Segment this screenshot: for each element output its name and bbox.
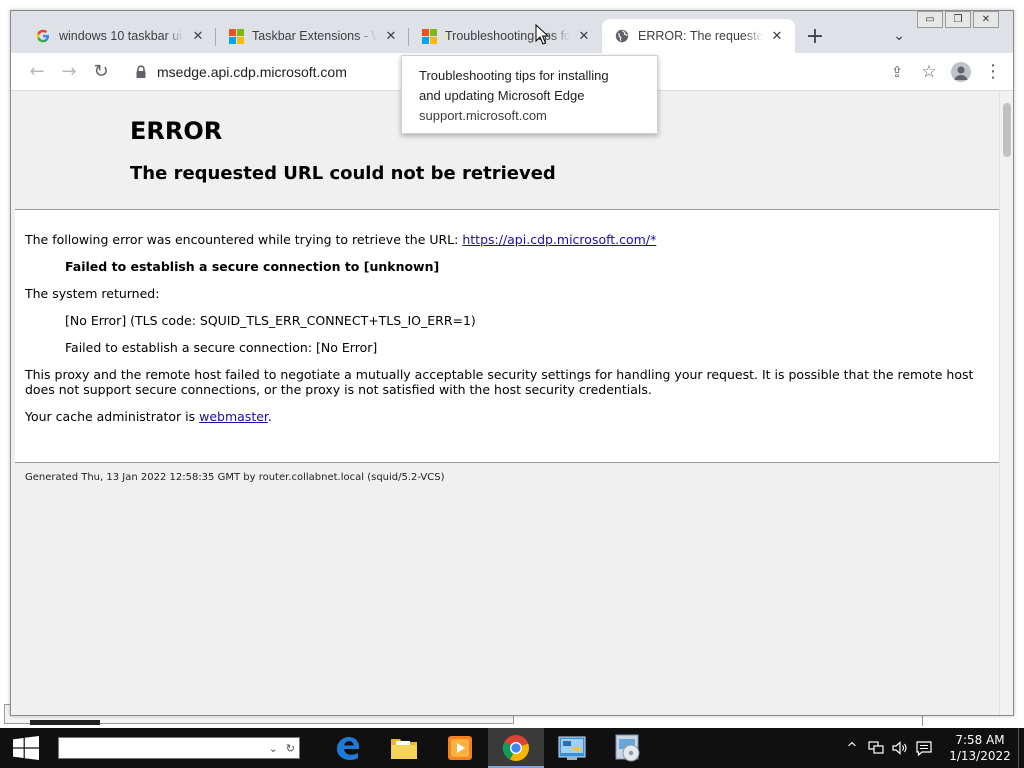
taskbar-clock[interactable]: 7:58 AM 1/13/2022	[942, 732, 1018, 764]
taskbar-app-media-player[interactable]	[432, 728, 488, 768]
back-button[interactable]: ←	[21, 56, 53, 88]
forward-button[interactable]: →	[53, 56, 85, 88]
secure-connection-failed: Failed to establish a secure connection:…	[65, 340, 378, 355]
close-tab-icon[interactable]: ✕	[576, 28, 592, 44]
error-url-link[interactable]: https://api.cdp.microsoft.com/*	[462, 232, 656, 247]
microsoft-icon	[228, 28, 244, 44]
webmaster-link[interactable]: webmaster	[199, 409, 268, 424]
tab-strip: windows 10 taskbar ui fo ✕ Taskbar Exten…	[11, 19, 1013, 53]
cache-admin-line: Your cache administrator is webmaster.	[25, 409, 1001, 424]
share-icon[interactable]: ⇪	[881, 56, 913, 88]
tooltip-title-line1: Troubleshooting tips for installing	[419, 68, 609, 83]
clock-date: 1/13/2022	[949, 749, 1011, 763]
start-button[interactable]	[0, 728, 52, 768]
tab-title: Taskbar Extensions - Wi	[252, 29, 377, 43]
tab-hover-tooltip: Troubleshooting tips for installing and …	[401, 55, 658, 134]
tray-chevron-up-icon[interactable]: ^	[840, 728, 864, 768]
volume-icon[interactable]	[888, 728, 912, 768]
cache-admin-suffix: .	[267, 409, 272, 424]
tab-troubleshooting[interactable]: Troubleshooting tips for ✕	[409, 19, 602, 53]
tab-title: Troubleshooting tips for	[445, 29, 570, 43]
close-tab-icon[interactable]: ✕	[383, 28, 399, 44]
microsoft-icon	[421, 28, 437, 44]
tooltip-title-line2: and updating Microsoft Edge	[419, 88, 585, 103]
close-tab-icon[interactable]: ✕	[769, 28, 785, 44]
search-dropdown-chevron-icon[interactable]: ⌄	[269, 742, 278, 755]
installer-disc-icon	[615, 734, 640, 762]
lock-icon	[135, 64, 147, 79]
windows-taskbar: ⌄ ↻ ^ 7:58 AM 1/13/2022	[0, 728, 1024, 768]
divider	[15, 462, 1011, 463]
vertical-scrollbar[interactable]	[999, 91, 1013, 715]
taskbar-app-file-explorer[interactable]	[376, 728, 432, 768]
avatar	[951, 61, 971, 82]
show-desktop-button[interactable]	[1018, 728, 1024, 768]
windows-logo-icon	[13, 736, 39, 760]
taskbar-app-setup[interactable]	[600, 728, 656, 768]
new-tab-button[interactable]: +	[801, 22, 829, 50]
search-refresh-icon[interactable]: ↻	[286, 742, 295, 755]
media-player-icon	[448, 736, 472, 760]
system-tray: ^ 7:58 AM 1/13/2022	[840, 728, 1024, 768]
taskbar-search-input[interactable]: ⌄ ↻	[58, 737, 300, 759]
close-tab-icon[interactable]: ✕	[190, 28, 206, 44]
error-intro: The following error was encountered whil…	[25, 232, 1001, 247]
tab-search-chevron-icon[interactable]: ⌄	[893, 28, 905, 44]
error-intro-text: The following error was encountered whil…	[25, 232, 463, 247]
url-text: msedge.api.cdp.microsoft.com	[157, 63, 347, 80]
cache-admin-text: Your cache administrator is	[25, 409, 200, 424]
toolbar-right-icons: ⇪ ☆ ⋮	[881, 56, 1009, 88]
tab-title: ERROR: The requested U	[638, 29, 763, 43]
tls-error-code: [No Error] (TLS code: SQUID_TLS_ERR_CONN…	[65, 313, 476, 328]
system-returned-label: The system returned:	[25, 286, 160, 301]
page-title: ERROR	[130, 117, 223, 145]
edge-icon	[337, 737, 359, 760]
chrome-icon	[502, 735, 529, 761]
globe-icon	[614, 28, 630, 44]
scrollbar-thumb[interactable]	[1003, 103, 1011, 157]
control-panel-icon	[558, 736, 586, 760]
tab-taskbar-extensions[interactable]: Taskbar Extensions - Wi ✕	[216, 19, 409, 53]
tab-error-active[interactable]: ERROR: The requested U ✕	[602, 19, 795, 53]
mouse-cursor-icon	[535, 24, 549, 45]
folder-icon	[391, 739, 417, 759]
taskbar-app-edge[interactable]	[320, 728, 376, 768]
tab-windows10-taskbar[interactable]: windows 10 taskbar ui fo ✕	[23, 19, 216, 53]
error-body: The following error was encountered whil…	[15, 210, 1011, 462]
tooltip-domain: support.microsoft.com	[419, 108, 547, 123]
network-icon[interactable]	[864, 728, 888, 768]
page-content: ERROR The requested URL could not be ret…	[11, 91, 1011, 715]
page-subtitle: The requested URL could not be retrieved	[130, 163, 556, 184]
error-failed-bold: Failed to establish a secure connection …	[65, 259, 440, 274]
menu-kebab-icon[interactable]: ⋮	[977, 56, 1009, 88]
clock-time: 7:58 AM	[955, 733, 1005, 747]
tab-title: windows 10 taskbar ui fo	[59, 29, 184, 43]
notifications-icon[interactable]	[912, 728, 936, 768]
reload-button[interactable]: ↻	[85, 56, 117, 88]
bookmark-star-icon[interactable]: ☆	[913, 56, 945, 88]
error-explanation: This proxy and the remote host failed to…	[25, 367, 974, 397]
taskbar-app-control-panel[interactable]	[544, 728, 600, 768]
generated-footer: Generated Thu, 13 Jan 2022 12:58:35 GMT …	[25, 472, 445, 483]
taskbar-app-chrome[interactable]	[488, 728, 544, 768]
google-icon	[35, 28, 51, 44]
profile-button[interactable]	[945, 56, 977, 88]
